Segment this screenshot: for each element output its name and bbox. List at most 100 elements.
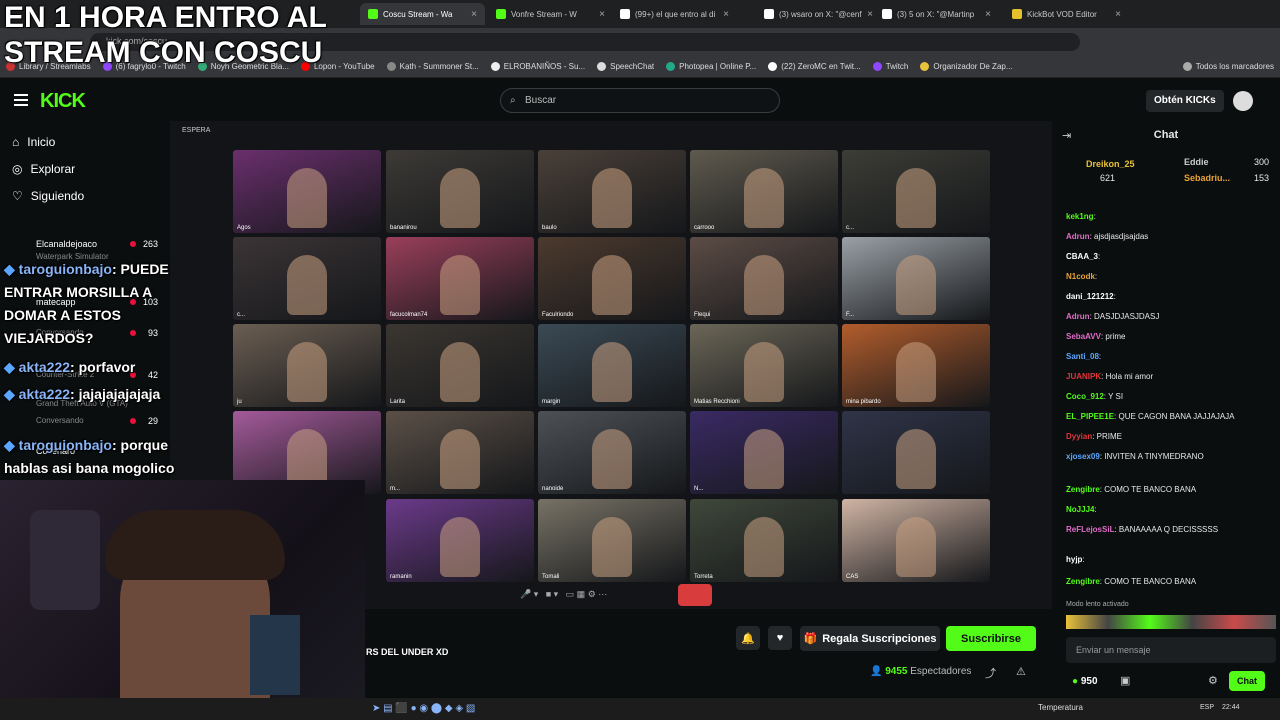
participant-tile[interactable]: ramanin [386, 499, 534, 582]
report-icon[interactable]: ⚠ [1016, 665, 1026, 678]
nav-item-explorar[interactable]: ◎ Explorar [12, 162, 75, 176]
chat-username[interactable]: xjosex09 [1066, 452, 1100, 461]
chat-username[interactable]: NoJJJ4 [1066, 505, 1094, 514]
participant-tile[interactable]: Matias Recchioni [690, 324, 838, 407]
overlay-title: EN 1 HORA ENTRO AL STREAM CON COSCU [4, 1, 327, 69]
get-kicks-button[interactable]: Obtén KICKs [1146, 90, 1224, 112]
close-icon[interactable]: × [471, 9, 477, 20]
close-icon[interactable]: × [599, 9, 605, 20]
slow-mode-notice: Modo lento activado [1066, 601, 1129, 608]
participant-tile[interactable] [842, 411, 990, 494]
viewer-count: 263 [142, 239, 158, 249]
participant-tile[interactable]: CAS [842, 499, 990, 582]
chat-username[interactable]: Coco_912 [1066, 392, 1104, 401]
chat-username[interactable]: Zengibre [1066, 485, 1100, 494]
nav-label: Inicio [27, 135, 56, 149]
call-controls[interactable]: 🎤 ▾ ■ ▾ ▭ ▦ ⚙ ⋯ [520, 589, 607, 600]
bookmark-item[interactable]: Todos los marcadores [1177, 62, 1280, 71]
close-icon[interactable]: × [723, 9, 729, 20]
subscribe-button[interactable]: Suscribirse [946, 626, 1036, 651]
participant-tile[interactable]: bananirou [386, 150, 534, 233]
heart-button[interactable]: ♥ [768, 626, 792, 650]
hangup-button[interactable] [678, 584, 712, 606]
chat-username[interactable]: Zengibre [1066, 577, 1100, 586]
store-icon[interactable]: ▣ [1120, 674, 1130, 687]
participant-tile[interactable]: Flequi [690, 237, 838, 320]
chat-username[interactable]: Santi_08 [1066, 352, 1099, 361]
participant-tile[interactable]: c... [842, 150, 990, 233]
chat-username[interactable]: Adrun [1066, 232, 1090, 241]
close-icon[interactable]: × [867, 9, 873, 20]
participant-tile[interactable]: baulo [538, 150, 686, 233]
participant-tile[interactable]: c... [233, 237, 381, 320]
points-balance[interactable]: ● 950 [1072, 676, 1098, 687]
emote-bar[interactable] [1066, 615, 1276, 629]
participant-tile[interactable]: Agos [233, 150, 381, 233]
bookmark-item[interactable]: (22) ZeroMC en Twit... [762, 62, 866, 71]
menu-icon[interactable] [14, 94, 28, 106]
chat-username[interactable]: N1codk [1066, 272, 1095, 281]
gift-subs-button[interactable]: 🎁 Regala Suscripciones [800, 626, 940, 651]
bookmark-item[interactable]: Twitch [867, 62, 915, 71]
chat-username[interactable]: Adrun [1066, 312, 1090, 321]
bell-icon[interactable]: 🔔 [736, 626, 760, 650]
taskbar: ➤ ▤ ⬛ ● ◉ ⬤ ◆ ◈ ▧ Temperatura ESP 22:44 [0, 698, 1280, 720]
tab-5[interactable]: KickBot VOD Editor × [1004, 3, 1129, 25]
tab-4[interactable]: (3) 5 on X: "@Martinp × [874, 3, 999, 25]
chat-input[interactable]: Enviar un mensaje [1066, 637, 1276, 663]
participant-figure [592, 168, 632, 228]
participant-tile[interactable]: mina pibardo [842, 324, 990, 407]
participant-tile[interactable]: margin [538, 324, 686, 407]
participant-tile[interactable]: facucolman74 [386, 237, 534, 320]
participant-tile[interactable]: nanoide [538, 411, 686, 494]
avatar[interactable] [1233, 91, 1253, 111]
tab-2[interactable]: (99+) el que entro al di × [612, 3, 737, 25]
chat-username[interactable]: CBAA_3 [1066, 252, 1098, 261]
chat-text: : Y SI [1103, 392, 1124, 401]
send-chat-button[interactable]: Chat [1229, 671, 1265, 691]
following-item[interactable]: Conversando 29 [36, 416, 158, 426]
kick-logo[interactable]: KICK [40, 90, 86, 113]
participant-figure [744, 168, 784, 228]
chat-username[interactable]: ReFLejosSiL [1066, 525, 1114, 534]
bookmark-item[interactable]: ELROBANIÑOS - Su... [485, 62, 591, 71]
bookmark-label: ELROBANIÑOS - Su... [503, 62, 586, 71]
bookmark-item[interactable]: Photopea | Online P... [660, 62, 762, 71]
participant-tile[interactable]: m... [386, 411, 534, 494]
chat-username[interactable]: hyjp [1066, 555, 1082, 564]
settings-icon[interactable]: ⚙ [1208, 674, 1218, 687]
participant-figure [440, 342, 480, 402]
tab-0[interactable]: Coscu Stream - Wa × [360, 3, 485, 25]
search-input[interactable]: Buscar [500, 88, 780, 113]
tab-3[interactable]: (3) wsaro on X: "@cenf × [756, 3, 881, 25]
chat-username[interactable]: EL_PIPEE1E [1066, 412, 1114, 421]
chat-username[interactable]: kek1ng [1066, 212, 1094, 221]
tab-1[interactable]: Vonfre Stream - W × [488, 3, 613, 25]
participant-tile[interactable]: Larita [386, 324, 534, 407]
chat-username[interactable]: dani_121212 [1066, 292, 1114, 301]
participant-tile[interactable]: Faculriondo [538, 237, 686, 320]
bookmark-item[interactable]: Kạth - Summoner St... [381, 62, 485, 71]
bookmark-item[interactable]: SpeechChat [591, 62, 660, 71]
chat-username[interactable]: Dyyian [1066, 432, 1092, 441]
participant-tile[interactable]: Torreta [690, 499, 838, 582]
tab-label: (3) 5 on X: "@Martinp [897, 9, 975, 19]
chat-username[interactable]: SebaAVV [1066, 332, 1101, 341]
overlay-chat-message: ◆ akta222: jajajajajajaja [4, 383, 194, 406]
close-icon[interactable]: × [985, 9, 991, 20]
bookmark-item[interactable]: Organizador De Zap... [914, 62, 1018, 71]
participant-tile[interactable]: ju [233, 324, 381, 407]
participant-tile[interactable]: carrooo [690, 150, 838, 233]
participant-tile[interactable]: F... [842, 237, 990, 320]
participant-name: bananirou [390, 225, 417, 231]
participant-tile[interactable]: Tomali [538, 499, 686, 582]
chat-message: JUANIPK: Hola mi amor [1066, 372, 1278, 381]
following-item[interactable]: Elcanaldejoaco 263 [36, 239, 158, 249]
nav-item-siguiendo[interactable]: ♡ Siguiendo [12, 189, 84, 203]
close-icon[interactable]: × [1115, 9, 1121, 20]
nav-item-inicio[interactable]: ⌂ Inicio [12, 135, 55, 149]
participant-tile[interactable]: N... [690, 411, 838, 494]
taskbar-apps[interactable]: ➤ ▤ ⬛ ● ◉ ⬤ ◆ ◈ ▧ [372, 703, 475, 714]
chat-username[interactable]: JUANIPK [1066, 372, 1101, 381]
share-icon[interactable]: ⤴ [985, 665, 996, 681]
